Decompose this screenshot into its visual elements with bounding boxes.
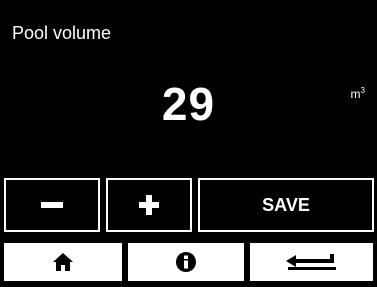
bottom-navbar [4,243,373,281]
return-arrow-icon [285,254,336,270]
screen-title: Pool volume [12,23,112,43]
plus-icon [139,195,159,215]
decrement-button[interactable] [4,178,100,232]
volume-value: 29 [161,78,216,130]
increment-button[interactable] [106,178,192,232]
volume-unit: m3 [351,86,365,101]
home-button[interactable] [4,243,122,281]
unit-base: m [350,87,361,101]
unit-superscript: 3 [360,86,365,95]
info-button[interactable] [128,243,244,281]
back-button[interactable] [250,243,373,281]
save-button-label: SAVE [262,194,310,215]
info-icon [176,252,196,272]
save-button[interactable]: SAVE [198,178,374,232]
minus-icon [41,202,63,208]
home-icon [53,253,73,271]
